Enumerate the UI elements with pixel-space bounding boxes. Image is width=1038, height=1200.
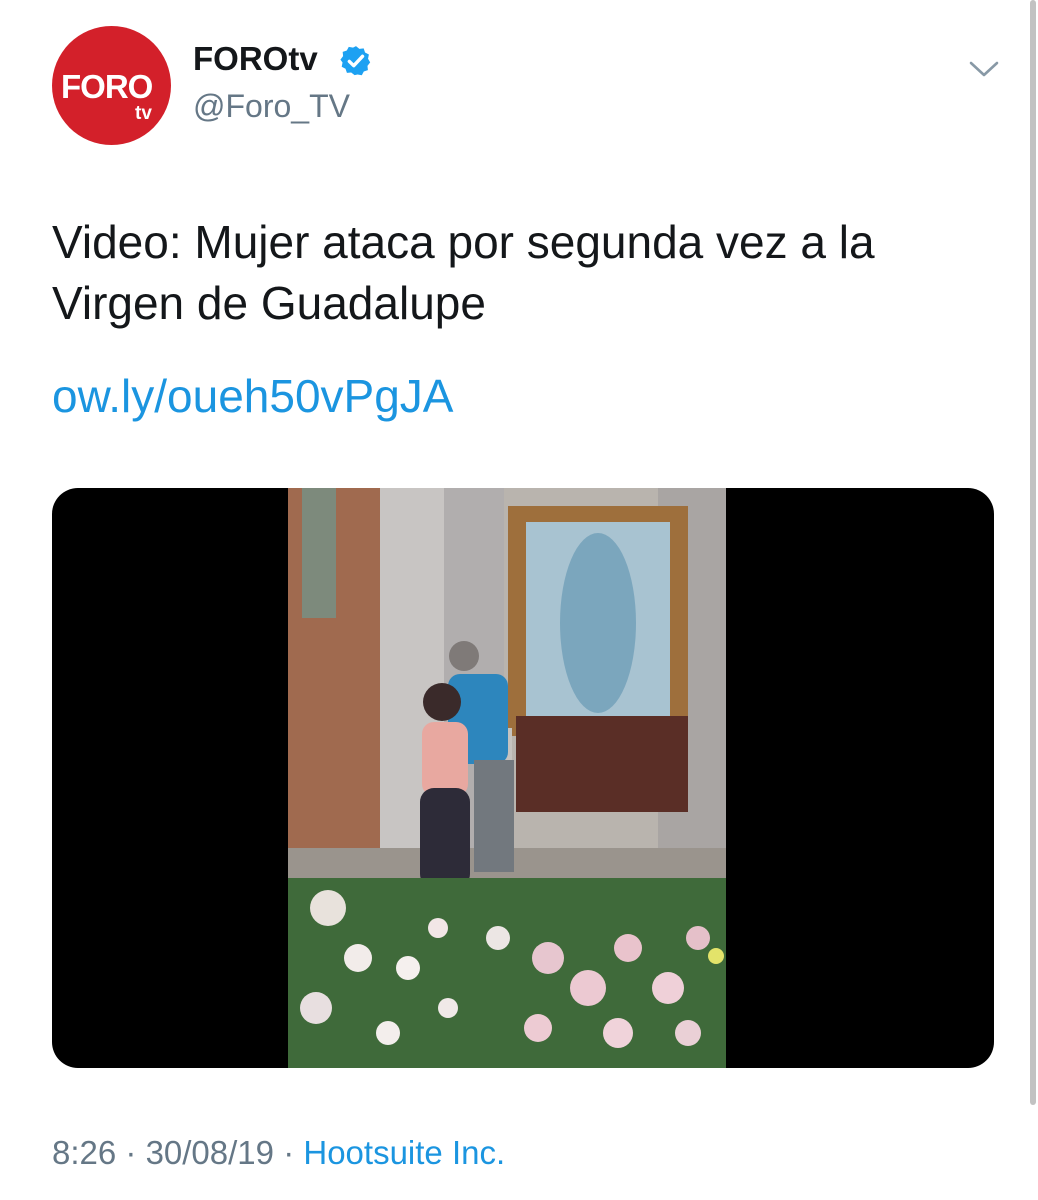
tweet-source-link[interactable]: Hootsuite Inc.: [303, 1134, 505, 1171]
avatar[interactable]: FORO tv: [52, 26, 171, 145]
meta-separator: ·: [116, 1134, 146, 1171]
tweet-text: Video: Mujer ataca por segunda vez a la …: [52, 216, 875, 329]
meta-separator: ·: [274, 1134, 304, 1171]
display-name[interactable]: FOROtv: [193, 42, 318, 75]
scrollbar[interactable]: [1030, 0, 1036, 1105]
avatar-logo-text: FORO: [61, 68, 153, 105]
video-thumbnail: [288, 488, 726, 1068]
handle[interactable]: @Foro_TV: [193, 90, 350, 122]
verified-badge-icon: [340, 46, 371, 76]
tweet-link[interactable]: ow.ly/oueh50vPgJA: [52, 366, 454, 427]
tweet-time[interactable]: 8:26: [52, 1134, 116, 1171]
avatar-logo-subtext: tv: [135, 103, 152, 124]
video-player[interactable]: [52, 488, 994, 1068]
tweet-date[interactable]: 30/08/19: [146, 1134, 274, 1171]
tweet: FORO tv FOROtv @Foro_TV Video: Mujer ata…: [0, 0, 1038, 1200]
tweet-meta: 8:26 · 30/08/19 · Hootsuite Inc.: [52, 1136, 505, 1169]
chevron-down-icon[interactable]: [966, 56, 1002, 82]
